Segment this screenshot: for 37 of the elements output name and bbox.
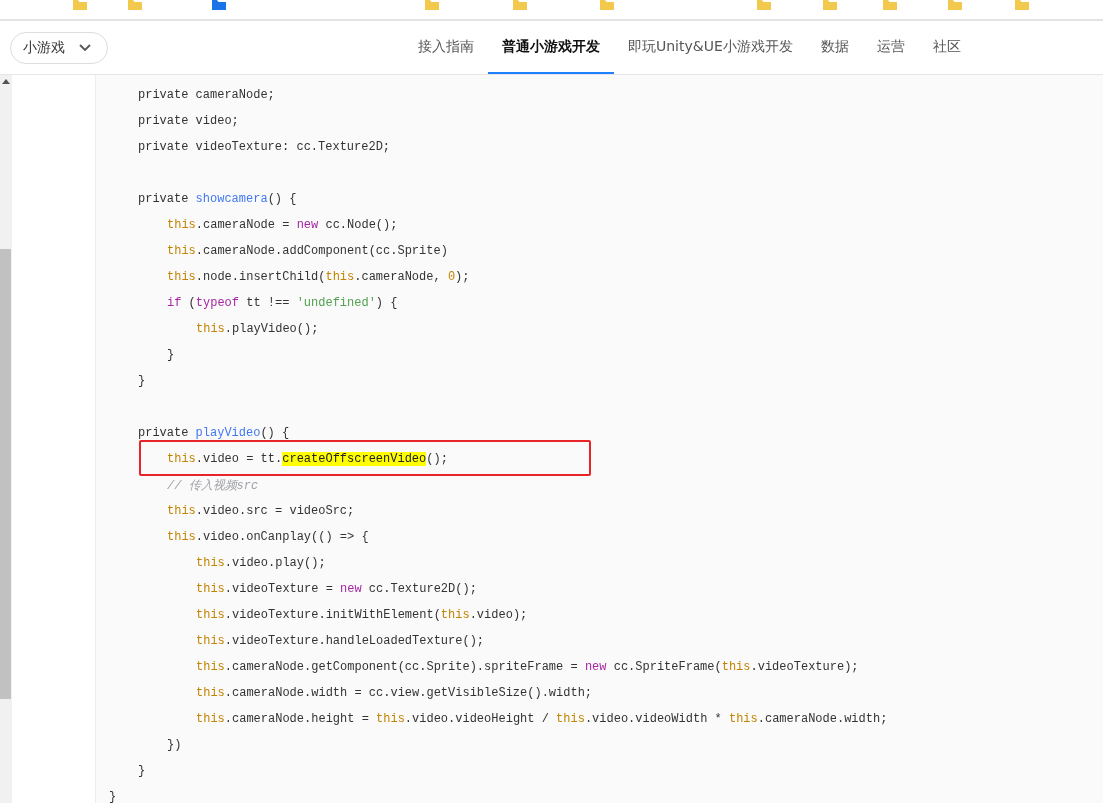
code-line: this.cameraNode.height = this.video.videoHeight / this.video.videoWidth * this.cameraNode.width; (196, 712, 888, 726)
code-line: this.video.src = videoSrc; (167, 504, 355, 518)
code-line: } (138, 374, 146, 388)
code-line: this.cameraNode.addComponent(cc.Sprite) (167, 244, 448, 258)
nav-tab[interactable]: 社区 (918, 21, 975, 74)
scrollbar-thumb[interactable] (0, 249, 11, 699)
code-line: this.videoTexture = new cc.Texture2D(); (196, 582, 477, 596)
nav-tab[interactable]: 接入指南 (404, 21, 488, 74)
code-line: this.playVideo(); (196, 322, 319, 336)
code-line: } (109, 790, 117, 803)
code-line: this.video = tt.createOffscreenVideo(); (167, 452, 448, 466)
code-line: }) (167, 738, 182, 752)
code-line: this.videoTexture.handleLoadedTexture(); (196, 634, 485, 648)
code-line: private video; (138, 114, 239, 128)
code-line: } (138, 764, 146, 778)
folder-icon[interactable] (212, 0, 226, 10)
chevron-down-icon (79, 43, 91, 52)
scroll-up-arrow-icon[interactable] (2, 79, 10, 84)
code-line: this.video.onCanplay(() => { (167, 530, 369, 544)
code-line: this.videoTexture.initWithElement(this.video); (196, 608, 528, 622)
code-line: private videoTexture: cc.Texture2D; (138, 140, 391, 154)
code-line: this.node.insertChild(this.cameraNode, 0); (167, 270, 470, 284)
nav-tab[interactable]: 运营 (862, 21, 919, 74)
code-line: this.video.play(); (196, 556, 326, 570)
code-line: private cameraNode; (138, 88, 275, 102)
code-line: private playVideo() { (138, 426, 290, 440)
code-line: this.cameraNode.width = cc.view.getVisibleSize().width; (196, 686, 593, 700)
code-line: // 传入视频src (167, 477, 259, 494)
code-line: if (typeof tt !== 'undefined') { (167, 296, 398, 310)
code-line: private showcamera() { (138, 192, 297, 206)
code-line: this.cameraNode.getComponent(cc.Sprite).spriteFrame = new cc.SpriteFrame(this.videoTexture); (196, 660, 859, 674)
code-line: } (167, 348, 175, 362)
nav-tab[interactable]: 数据 (806, 21, 863, 74)
nav-tab[interactable]: 即玩Unity&UE小游戏开发 (614, 21, 807, 74)
code-line: this.cameraNode = new cc.Node(); (167, 218, 398, 232)
scrollbar[interactable] (0, 75, 12, 803)
product-dropdown[interactable]: 小游戏 (10, 31, 108, 64)
